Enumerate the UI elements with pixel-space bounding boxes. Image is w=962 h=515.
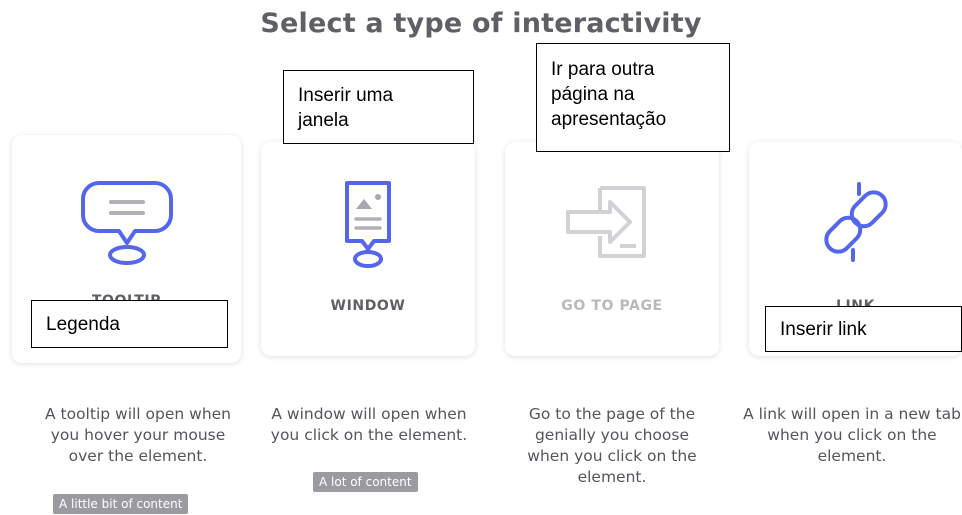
window-description: A window will open when you click on the… [270, 405, 468, 444]
tooltip-content-badge: A little bit of content [53, 494, 189, 514]
go-to-page-label: GO TO PAGE [561, 298, 663, 314]
window-document-icon [345, 181, 391, 268]
go-to-page-description: Go to the page of the genially you choos… [527, 405, 697, 486]
speech-bubble-icon [80, 181, 173, 265]
go-to-page-icon [566, 186, 646, 258]
page-title: Select a type of interactivity [260, 8, 702, 39]
link-annotation: Inserir link [765, 306, 962, 352]
go-to-page-card[interactable]: GO TO PAGE [505, 142, 719, 356]
goto-annotation: Ir para outra página na apresentação [536, 43, 730, 152]
link-icon [823, 182, 888, 262]
window-card[interactable]: WINDOW [261, 142, 475, 356]
window-annotation: Inserir uma janela [283, 70, 474, 144]
window-content-badge: A lot of content [313, 472, 418, 492]
tooltip-description: A tooltip will open when you hover your … [44, 405, 232, 465]
link-description: A link will open in a new tab when you c… [743, 405, 961, 465]
window-label: WINDOW [330, 298, 406, 314]
tooltip-annotation: Legenda [31, 300, 228, 348]
